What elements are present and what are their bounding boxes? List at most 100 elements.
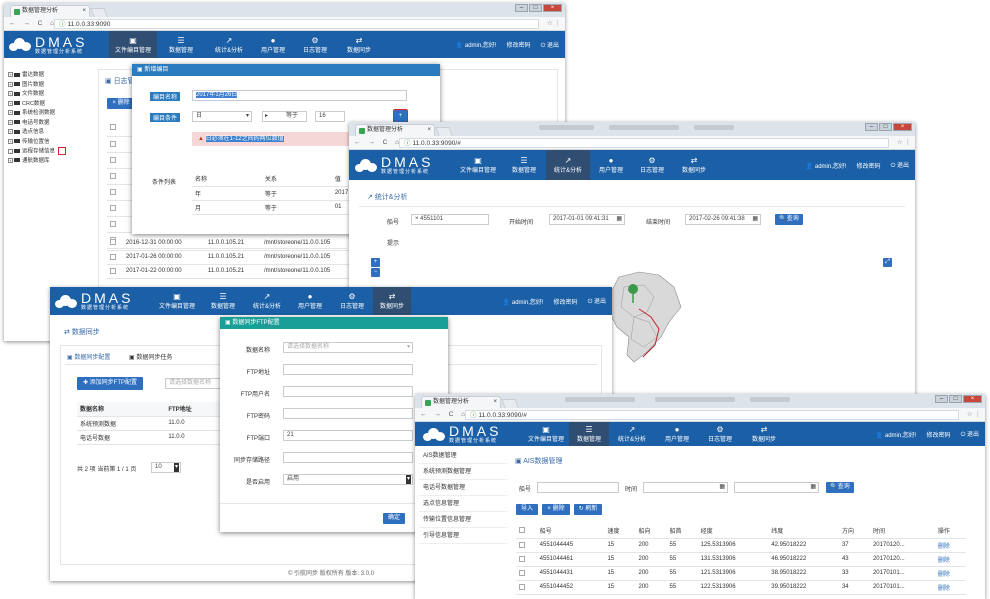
tree-node[interactable]: + 电话号数据 bbox=[8, 119, 94, 129]
delete-button[interactable]: × 删除 bbox=[542, 504, 570, 515]
condition-operator-select[interactable]: 等于 ▸ bbox=[262, 111, 307, 122]
close-tab-icon[interactable]: × bbox=[493, 397, 497, 408]
maximize-button[interactable]: □ bbox=[529, 4, 542, 12]
menu-item-sync[interactable]: ⇄ 数据同步 bbox=[741, 422, 787, 446]
menu-item-data[interactable]: ☰ 数据管理 bbox=[569, 422, 609, 446]
close-window-button[interactable]: × bbox=[893, 123, 912, 131]
delete-button[interactable]: × 删除 bbox=[107, 98, 135, 109]
sidebar-item-forecast[interactable]: 系统预测数据管理 bbox=[419, 464, 507, 480]
row-delete-link[interactable]: 删除 bbox=[934, 538, 966, 553]
url-field[interactable]: ⓘ 11.0.0.33:9090/# bbox=[465, 410, 959, 420]
menu-item-log[interactable]: ⚙ 日志管理 bbox=[632, 150, 672, 180]
logout-link[interactable]: ⏻ 退出 bbox=[961, 429, 979, 439]
ftp-user-input[interactable] bbox=[283, 386, 413, 397]
time-end-input[interactable]: ▦ bbox=[734, 482, 819, 493]
row-checkbox[interactable] bbox=[110, 204, 116, 211]
ship-input[interactable] bbox=[537, 482, 619, 493]
sync-path-input[interactable] bbox=[283, 452, 413, 463]
row-checkbox[interactable] bbox=[519, 555, 525, 562]
sidebar-item-phone[interactable]: 电话号数据管理 bbox=[419, 480, 507, 496]
menu-item-user[interactable]: ● 用户管理 bbox=[655, 422, 699, 446]
menu-item-sync[interactable]: ⇄ 数据同步 bbox=[337, 31, 381, 58]
sidebar-item-ais[interactable]: AIS数据管理 bbox=[419, 448, 507, 464]
ftp-password-input[interactable] bbox=[283, 408, 413, 419]
menu-item-user[interactable]: ● 用户管理 bbox=[253, 31, 293, 58]
row-checkbox[interactable] bbox=[110, 220, 116, 227]
browser-tab[interactable]: 数据管理分析 × bbox=[355, 124, 435, 136]
minimize-button[interactable]: – bbox=[865, 123, 878, 131]
row-checkbox[interactable] bbox=[110, 239, 116, 246]
menu-item-log[interactable]: ⚙ 日志管理 bbox=[293, 31, 337, 58]
row-checkbox[interactable] bbox=[110, 156, 116, 163]
menu-item-data[interactable]: ☰ 数据管理 bbox=[157, 31, 205, 58]
row-checkbox[interactable] bbox=[110, 267, 116, 274]
close-tab-icon[interactable]: × bbox=[82, 6, 86, 17]
minimize-button[interactable]: – bbox=[515, 4, 528, 12]
query-button[interactable]: 🔍查询 bbox=[826, 482, 854, 493]
change-password-link[interactable]: 修改密码 bbox=[507, 40, 531, 49]
enabled-select[interactable]: 启用 ▾ bbox=[283, 474, 413, 485]
row-checkbox[interactable] bbox=[110, 188, 116, 195]
tree-node[interactable]: + 通航数据库 bbox=[8, 157, 94, 167]
ship-input[interactable]: × 4551101 bbox=[411, 214, 489, 225]
new-tab-button[interactable] bbox=[501, 399, 519, 408]
zoom-in-button[interactable]: + bbox=[371, 258, 380, 267]
user-greeting[interactable]: 👤 admin,您好! bbox=[456, 40, 497, 49]
new-tab-button[interactable] bbox=[435, 127, 453, 136]
menu-item-catalog[interactable]: ▣ 文件编目管理 bbox=[454, 150, 502, 180]
browser-tab[interactable]: 数据管理分析 × bbox=[421, 396, 501, 408]
tree-node[interactable]: - 远程存储信息 bbox=[8, 147, 94, 157]
tree-node[interactable]: + 系统检测数据 bbox=[8, 109, 94, 119]
tab-sync-config[interactable]: ▣ 数据同步配置 bbox=[67, 352, 110, 361]
condition-field-select[interactable]: 日 ▾ bbox=[192, 111, 252, 122]
tree-node[interactable]: + 文件数据 bbox=[8, 90, 94, 100]
user-greeting[interactable]: 👤 admin,您好! bbox=[806, 161, 847, 170]
select-all-checkbox[interactable] bbox=[519, 527, 525, 534]
row-checkbox[interactable] bbox=[519, 583, 525, 590]
page-size-select[interactable]: 10 ▾ bbox=[151, 462, 181, 473]
menu-item-catalog[interactable]: ▣ 文件编目管理 bbox=[153, 287, 201, 315]
time-start-input[interactable]: ▦ bbox=[643, 482, 728, 493]
sidebar-item-guide[interactable]: 引导信息管理 bbox=[419, 528, 507, 544]
menu-item-sync[interactable]: ⇄ 数据同步 bbox=[373, 287, 411, 315]
menu-item-log[interactable]: ⚙ 日志管理 bbox=[699, 422, 741, 446]
tree-node[interactable]: + 图片数据 bbox=[8, 81, 94, 91]
nav-buttons-icon[interactable]: ← → C ⌂ bbox=[9, 17, 57, 31]
close-tab-icon[interactable]: × bbox=[427, 125, 431, 136]
menu-item-stats[interactable]: ↗ 统计&分析 bbox=[609, 422, 655, 446]
browser-tab[interactable]: 数据管理分析 × bbox=[10, 5, 90, 17]
ftp-address-input[interactable] bbox=[283, 364, 413, 375]
import-button[interactable]: 导入 bbox=[516, 504, 538, 515]
row-checkbox[interactable] bbox=[519, 541, 525, 548]
user-greeting[interactable]: 👤 admin,您好! bbox=[876, 430, 917, 439]
change-password-link[interactable]: 修改密码 bbox=[554, 297, 578, 306]
data-name-select[interactable]: 请选择数据名称 ▾ bbox=[283, 342, 413, 353]
menu-item-sync[interactable]: ⇄ 数据同步 bbox=[672, 150, 716, 180]
menu-item-user[interactable]: ● 用户管理 bbox=[289, 287, 331, 315]
add-ftp-config-button[interactable]: ✚ 添加同步FTP配置 bbox=[77, 377, 143, 390]
confirm-button[interactable]: 确定 bbox=[383, 513, 405, 524]
sidebar-item-point[interactable]: 选点信息管理 bbox=[419, 496, 507, 512]
tree-node[interactable]: + CRC数据 bbox=[8, 100, 94, 110]
menu-item-catalog[interactable]: ▣ 文件编目管理 bbox=[109, 31, 157, 58]
url-field[interactable]: ⓘ 11.0.0.33:9090 bbox=[54, 19, 539, 29]
row-delete-link[interactable]: 删除 bbox=[934, 580, 966, 595]
refresh-button[interactable]: ↻ 刷新 bbox=[574, 504, 602, 515]
menu-item-log[interactable]: ⚙ 日志管理 bbox=[331, 287, 373, 315]
row-delete-link[interactable]: 删除 bbox=[934, 566, 966, 581]
close-window-button[interactable]: × bbox=[543, 4, 562, 12]
close-window-button[interactable]: × bbox=[963, 395, 982, 403]
new-tab-button[interactable] bbox=[90, 8, 108, 17]
bookmark-star-icon[interactable]: ☆ ⋮ bbox=[897, 136, 911, 150]
menu-item-catalog[interactable]: ▣ 文件编目管理 bbox=[523, 422, 569, 446]
row-checkbox[interactable] bbox=[110, 172, 116, 179]
sidebar-item-position[interactable]: 传输位置信息管理 bbox=[419, 512, 507, 528]
minimize-button[interactable]: – bbox=[935, 395, 948, 403]
nav-buttons-icon[interactable]: ← → C ⌂ bbox=[420, 408, 468, 422]
start-time-input[interactable]: 2017-01-01 09:41:31 ▦ bbox=[549, 214, 625, 225]
bookmark-star-icon[interactable]: ☆ ⋮ bbox=[967, 408, 981, 422]
menu-item-stats[interactable]: ↗ 统计&分析 bbox=[245, 287, 289, 315]
change-password-link[interactable]: 修改密码 bbox=[857, 161, 881, 170]
fullscreen-button[interactable]: ⤢ bbox=[883, 258, 892, 267]
maximize-button[interactable]: □ bbox=[879, 123, 892, 131]
